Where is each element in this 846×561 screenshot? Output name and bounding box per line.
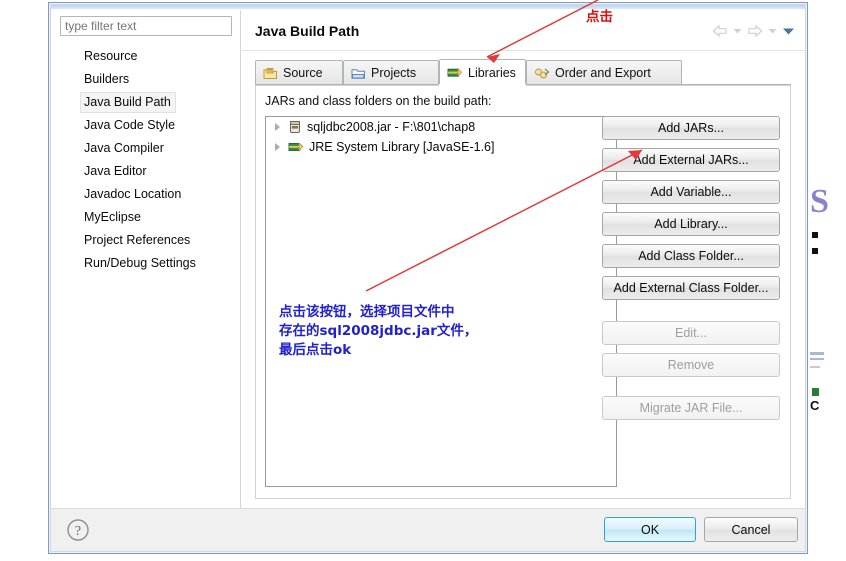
background-square-2 [812, 248, 818, 254]
tab-underline-mask [439, 84, 526, 86]
tab-label: Libraries [468, 65, 516, 80]
cancel-button[interactable]: Cancel [704, 517, 798, 542]
tab-label: Source [283, 66, 323, 80]
sidebar-item-label: Java Editor [84, 164, 147, 178]
tab-label: Projects [371, 66, 417, 80]
background-line-1 [810, 352, 824, 355]
ok-button[interactable]: OK [604, 517, 696, 542]
jar-list[interactable]: sqljdbc2008.jar - F:\801\chap8 JRE Syste… [265, 116, 617, 487]
background-glyph-c: C [810, 398, 820, 413]
sidebar-item-javadoc-location[interactable]: Javadoc Location [51, 183, 240, 206]
remove-button[interactable]: Remove [602, 353, 780, 377]
background-glyph-s: S [810, 183, 829, 220]
source-folder-icon [263, 67, 277, 79]
forward-dropdown-chevron-down-icon[interactable] [767, 26, 778, 36]
sidebar-item-label: Run/Debug Settings [84, 256, 196, 270]
migrate-jar-file-button[interactable]: Migrate JAR File... [602, 396, 780, 420]
tab-source[interactable]: Source [255, 60, 343, 85]
menu-chevron-down-icon[interactable] [782, 26, 795, 36]
sidebar-item-resource[interactable]: Resource [51, 45, 240, 68]
sidebar-item-java-build-path[interactable]: Java Build Path [51, 91, 240, 114]
help-icon[interactable]: ? [66, 518, 90, 542]
list-item[interactable]: sqljdbc2008.jar - F:\801\chap8 [266, 117, 616, 137]
svg-text:?: ? [75, 524, 81, 539]
sidebar-item-label: Java Compiler [84, 141, 164, 155]
list-item-label: JRE System Library [JavaSE-1.6] [309, 140, 495, 154]
edit-button[interactable]: Edit... [602, 321, 780, 345]
projects-folder-icon [351, 68, 365, 79]
dialog-inner-frame: Resource Builders Java Build Path Java C… [50, 4, 806, 552]
sidebar-item-label: Builders [84, 72, 130, 86]
expand-twisty-icon[interactable] [274, 142, 283, 152]
add-external-jars-button[interactable]: Add External JARs... [602, 148, 780, 172]
jar-icon [290, 121, 300, 133]
back-dropdown-chevron-down-icon[interactable] [732, 26, 743, 36]
sidebar-item-builders[interactable]: Builders [51, 68, 240, 91]
title-separator [242, 50, 805, 51]
libraries-icon [447, 68, 463, 78]
add-library-button[interactable]: Add Library... [602, 212, 780, 236]
preferences-sidebar: Resource Builders Java Build Path Java C… [51, 10, 241, 509]
tab-order-and-export[interactable]: Order and Export [526, 60, 682, 85]
tab-label: Order and Export [555, 66, 651, 80]
background-green-mark [812, 388, 819, 396]
sidebar-item-java-editor[interactable]: Java Editor [51, 160, 240, 183]
navigation-arrows [712, 24, 795, 38]
background-line-2 [810, 358, 824, 360]
background-square-1 [812, 232, 818, 238]
add-external-class-folder-button[interactable]: Add External Class Folder... [602, 276, 780, 300]
sidebar-item-label: Project References [84, 233, 191, 247]
sidebar-item-myeclipse[interactable]: MyEclipse [51, 206, 240, 229]
jars-list-label: JARs and class folders on the build path… [265, 94, 492, 108]
sidebar-item-java-code-style[interactable]: Java Code Style [51, 114, 240, 137]
preferences-content-pane: Java Build Path Source Projects Librarie… [242, 10, 805, 509]
preferences-dialog: Resource Builders Java Build Path Java C… [48, 2, 808, 554]
filter-input[interactable] [60, 16, 232, 36]
sidebar-item-label: Javadoc Location [84, 187, 182, 201]
sidebar-item-run-debug-settings[interactable]: Run/Debug Settings [51, 252, 240, 275]
libraries-button-column: Add JARs... Add External JARs... Add Var… [602, 116, 780, 428]
background-line-3 [810, 366, 820, 368]
tab-libraries[interactable]: Libraries [439, 59, 526, 85]
list-item-label: sqljdbc2008.jar - F:\801\chap8 [307, 120, 476, 134]
sidebar-item-java-compiler[interactable]: Java Compiler [51, 137, 240, 160]
add-jars-button[interactable]: Add JARs... [602, 116, 780, 140]
jre-library-icon [288, 142, 304, 152]
sidebar-item-label: Java Build Path [80, 92, 176, 113]
libraries-tab-content: JARs and class folders on the build path… [255, 85, 791, 499]
sidebar-item-label: MyEclipse [84, 210, 141, 224]
back-arrow-icon[interactable] [712, 24, 728, 38]
forward-arrow-icon[interactable] [747, 24, 763, 38]
list-item[interactable]: JRE System Library [JavaSE-1.6] [266, 137, 616, 157]
sidebar-item-label: Resource [84, 49, 138, 63]
add-variable-button[interactable]: Add Variable... [602, 180, 780, 204]
dialog-title-strip [51, 5, 805, 9]
add-class-folder-button[interactable]: Add Class Folder... [602, 244, 780, 268]
order-export-icon [535, 68, 550, 78]
page-title: Java Build Path [255, 23, 360, 39]
sidebar-list: Resource Builders Java Build Path Java C… [51, 45, 240, 275]
sidebar-item-label: Java Code Style [84, 118, 176, 132]
tab-projects[interactable]: Projects [343, 60, 439, 85]
tab-strip: Source Projects Libraries Order and Expo… [255, 59, 791, 85]
dialog-footer: ? OK Cancel [51, 508, 805, 551]
sidebar-item-project-references[interactable]: Project References [51, 229, 240, 252]
expand-twisty-icon[interactable] [274, 122, 283, 132]
